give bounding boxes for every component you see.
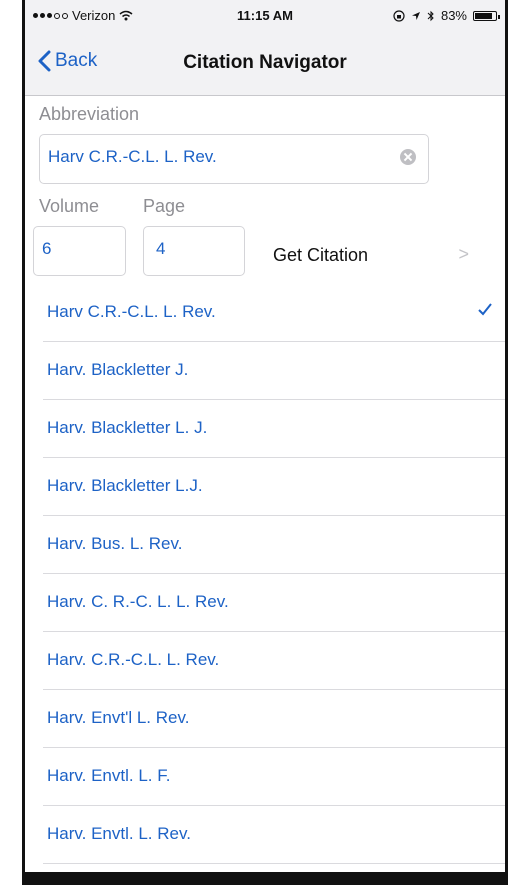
- phone-screen: Verizon 11:15 AM 83% Back Citation Navig…: [22, 0, 508, 885]
- checkmark-icon: [478, 303, 492, 316]
- result-row[interactable]: Harv. Envt'l L. Rev.: [43, 690, 505, 748]
- result-label: Harv. Blackletter L. J.: [47, 418, 208, 437]
- result-row[interactable]: Harv. C. R.-C. L. L. Rev.: [43, 574, 505, 632]
- battery-icon: [473, 10, 500, 21]
- location-icon: [411, 11, 420, 20]
- lock-rotation-icon: [393, 9, 405, 22]
- abbreviation-value: Harv C.R.-C.L. L. Rev.: [48, 147, 217, 166]
- volume-label: Volume: [39, 196, 100, 216]
- result-label: Harv. C. R.-C. L. L. Rev.: [47, 592, 229, 611]
- volume-value: 6: [42, 239, 52, 258]
- result-label: Harv. Envtl. L. F.: [47, 766, 171, 785]
- phone-bezel-bottom: [22, 872, 508, 885]
- result-row[interactable]: Harv. Blackletter L. J.: [43, 400, 505, 458]
- result-row[interactable]: Harv C.R.-C.L. L. Rev.: [43, 284, 505, 342]
- result-label: Harv. Envtl. L. Rev.: [47, 824, 191, 843]
- status-bar: Verizon 11:15 AM 83%: [25, 0, 505, 30]
- result-label: Harv. Blackletter J.: [47, 360, 189, 379]
- status-right: 83%: [393, 8, 500, 23]
- result-row[interactable]: Harv. C.R.-C.L. L. Rev.: [43, 632, 505, 690]
- result-row[interactable]: Harv. Bus. L. Rev.: [43, 516, 505, 574]
- result-label: Harv. Blackletter L.J.: [47, 476, 203, 495]
- result-row[interactable]: Harv. Blackletter J.: [43, 342, 505, 400]
- result-label: Harv. Envt'l L. Rev.: [47, 708, 190, 727]
- results-list: Harv C.R.-C.L. L. Rev. Harv. Blackletter …: [25, 284, 505, 864]
- result-row[interactable]: Harv. Envtl. L. Rev.: [43, 806, 505, 864]
- result-label: Harv. C.R.-C.L. L. Rev.: [47, 650, 220, 669]
- result-row[interactable]: Harv. Envtl. L. F.: [43, 748, 505, 806]
- page-label: Page: [143, 196, 186, 216]
- bluetooth-icon: [427, 10, 434, 21]
- get-citation-button[interactable]: Get Citation: [273, 245, 368, 266]
- abbreviation-field[interactable]: Harv C.R.-C.L. L. Rev.: [39, 134, 429, 184]
- chevron-right-icon: >: [458, 244, 469, 264]
- top-bar: Verizon 11:15 AM 83% Back Citation Navig…: [25, 0, 505, 96]
- page-field[interactable]: 4: [143, 226, 245, 276]
- navigation-bar: Back Citation Navigator: [25, 34, 505, 92]
- clear-icon[interactable]: [400, 149, 416, 165]
- result-label: Harv. Bus. L. Rev.: [47, 534, 183, 553]
- volume-field[interactable]: 6: [33, 226, 126, 276]
- page-title: Citation Navigator: [183, 52, 347, 73]
- battery-percent: 83%: [440, 8, 467, 23]
- result-row[interactable]: Harv. Blackletter L.J.: [43, 458, 505, 516]
- abbreviation-label: Abbreviation: [39, 104, 140, 124]
- result-label: Harv C.R.-C.L. L. Rev.: [47, 302, 216, 321]
- page-value: 4: [156, 239, 166, 258]
